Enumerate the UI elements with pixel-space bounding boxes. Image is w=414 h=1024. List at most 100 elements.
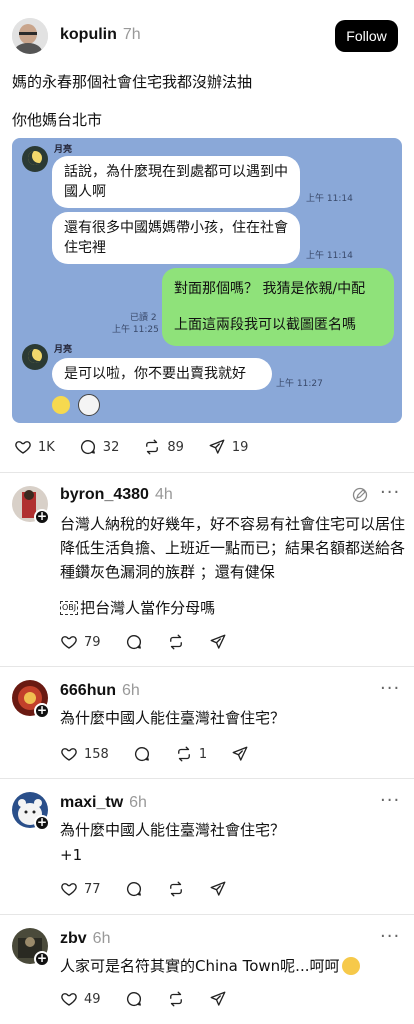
chat-time-1: 上午 11:14 — [306, 194, 353, 204]
more-options-icon[interactable]: ··· — [380, 926, 400, 947]
reply-text: 人家可是名符其實的China Town呢...呵呵 — [60, 954, 360, 978]
reply-actions: 158 1 — [60, 745, 273, 763]
share-button[interactable] — [209, 990, 227, 1008]
chat-screenshot-image[interactable]: 月亮 話說，為什麼現在到處都可以遇到中國人啊 上午 11:14 還有很多中國媽媽… — [12, 138, 402, 423]
chat-msg-1: 話說，為什麼現在到處都可以遇到中國人啊 — [64, 164, 288, 200]
repost-icon — [167, 633, 185, 651]
divider — [0, 666, 414, 667]
comment-icon — [125, 880, 143, 898]
heart-icon — [60, 880, 78, 898]
chat-time-4: 上午 11:27 — [276, 379, 323, 389]
like-count: 79 — [84, 634, 101, 650]
like-button[interactable]: 1K — [14, 438, 55, 456]
follow-plus-icon[interactable]: + — [34, 951, 50, 967]
chat-bubble-1: 話說，為什麼現在到處都可以遇到中國人啊 — [52, 156, 300, 208]
reply-text: 為什麼中國人能住臺灣社會住宅？ — [60, 709, 286, 727]
like-button[interactable]: 77 — [60, 880, 101, 898]
reply-username[interactable]: maxi_tw 6h — [60, 794, 147, 812]
reply-actions: 49 — [60, 990, 251, 1008]
avatar[interactable] — [12, 18, 48, 54]
chat-time-2: 上午 11:14 — [306, 251, 353, 261]
reply-username-text[interactable]: maxi_tw — [60, 794, 123, 811]
reply-username-text[interactable]: byron_4380 — [60, 486, 149, 503]
more-options-icon[interactable]: ··· — [380, 790, 400, 811]
reply-actions: 79 — [60, 633, 251, 651]
like-count: 158 — [84, 746, 109, 762]
reply-username[interactable]: byron_4380 4h — [60, 486, 173, 504]
share-icon — [209, 633, 227, 651]
like-button[interactable]: 158 — [60, 745, 109, 763]
chat-sender-name-2: 月亮 — [54, 345, 73, 355]
share-button[interactable] — [231, 745, 249, 763]
chat-time-3: 上午 11:25 — [112, 325, 159, 335]
chat-msg-3a: 對面那個嗎？ 我猜是依親/中配 — [174, 281, 366, 297]
repost-button[interactable]: 89 — [143, 438, 184, 456]
repost-button[interactable]: 1 — [175, 745, 207, 763]
like-button[interactable]: 49 — [60, 990, 101, 1008]
follow-button[interactable]: Follow — [335, 20, 398, 52]
like-count: 1K — [38, 439, 55, 455]
reply-time: 6h — [92, 930, 111, 947]
repost-button[interactable] — [167, 990, 185, 1008]
comment-button[interactable] — [125, 633, 143, 651]
moon-avatar-icon — [22, 146, 48, 172]
reply-username-text[interactable]: 666hun — [60, 682, 116, 699]
obj-glyph-icon: OBJ — [60, 601, 79, 615]
comment-button[interactable] — [125, 880, 143, 898]
follow-plus-icon[interactable]: + — [34, 703, 50, 719]
op-actions: 1K 32 89 19 — [14, 438, 272, 456]
smiley-icon — [52, 396, 70, 414]
op-time: 7h — [122, 26, 141, 43]
like-count: 77 — [84, 881, 101, 897]
reply-username[interactable]: 666hun 6h — [60, 682, 140, 700]
op-username[interactable]: kopulin 7h — [60, 26, 141, 44]
follow-plus-icon[interactable]: + — [34, 815, 50, 831]
comment-icon — [133, 745, 151, 763]
comment-icon — [125, 633, 143, 651]
repost-count: 1 — [198, 746, 208, 762]
share-icon — [209, 990, 227, 1008]
op-username-text[interactable]: kopulin — [60, 26, 117, 43]
divider — [0, 472, 414, 473]
smirk-emoji-icon — [341, 957, 360, 975]
heart-icon — [60, 633, 78, 651]
reply-text-2: +1 — [60, 846, 83, 864]
share-button[interactable] — [209, 880, 227, 898]
share-icon — [209, 880, 227, 898]
reply-username-text[interactable]: zbv — [60, 930, 87, 947]
chat-sender-name: 月亮 — [54, 145, 73, 155]
repost-icon — [167, 880, 185, 898]
share-count: 19 — [231, 439, 249, 455]
comment-button[interactable] — [125, 990, 143, 1008]
repost-button[interactable] — [167, 633, 185, 651]
comment-count: 32 — [102, 439, 120, 455]
reply-username[interactable]: zbv 6h — [60, 930, 110, 948]
chat-bubble-4: 是可以啦，你不要出賣我就好 — [52, 358, 272, 390]
share-button[interactable] — [209, 633, 227, 651]
heart-icon — [60, 990, 78, 1008]
divider — [0, 778, 414, 779]
repost-button[interactable] — [167, 880, 185, 898]
comment-icon — [79, 438, 97, 456]
follow-plus-icon[interactable]: + — [34, 509, 50, 525]
reply-text-2-content: 把台灣人當作分母嗎 — [80, 599, 216, 617]
share-button[interactable]: 19 — [208, 438, 249, 456]
reply-time: 4h — [154, 486, 173, 503]
chat-msg-4: 是可以啦，你不要出賣我就好 — [64, 366, 246, 382]
comment-button[interactable] — [133, 745, 151, 763]
more-options-icon[interactable]: ··· — [380, 482, 400, 503]
repost-count: 89 — [167, 439, 184, 455]
op-text-line2: 你他媽台北市 — [12, 111, 103, 129]
heart-icon — [60, 745, 78, 763]
repost-icon — [167, 990, 185, 1008]
comment-button[interactable]: 32 — [79, 438, 120, 456]
chat-bubble-3: 對面那個嗎？ 我猜是依親/中配 上面這兩段我可以截圖匿名嗎 — [162, 268, 394, 346]
reply-text: 台灣人納稅的好幾年，好不容易有社會住宅可以居住降低生活負擔、上班近一點而已；結果… — [60, 515, 406, 581]
more-options-icon[interactable]: ··· — [380, 678, 400, 699]
moon-avatar-icon — [22, 344, 48, 370]
reply-text: 為什麼中國人能住臺灣社會住宅？ — [60, 821, 286, 839]
like-count: 49 — [84, 991, 101, 1007]
reply-actions: 77 — [60, 880, 251, 898]
like-button[interactable]: 79 — [60, 633, 101, 651]
chat-msg-2: 還有很多中國媽媽帶小孩，住在社會住宅裡 — [64, 220, 288, 256]
